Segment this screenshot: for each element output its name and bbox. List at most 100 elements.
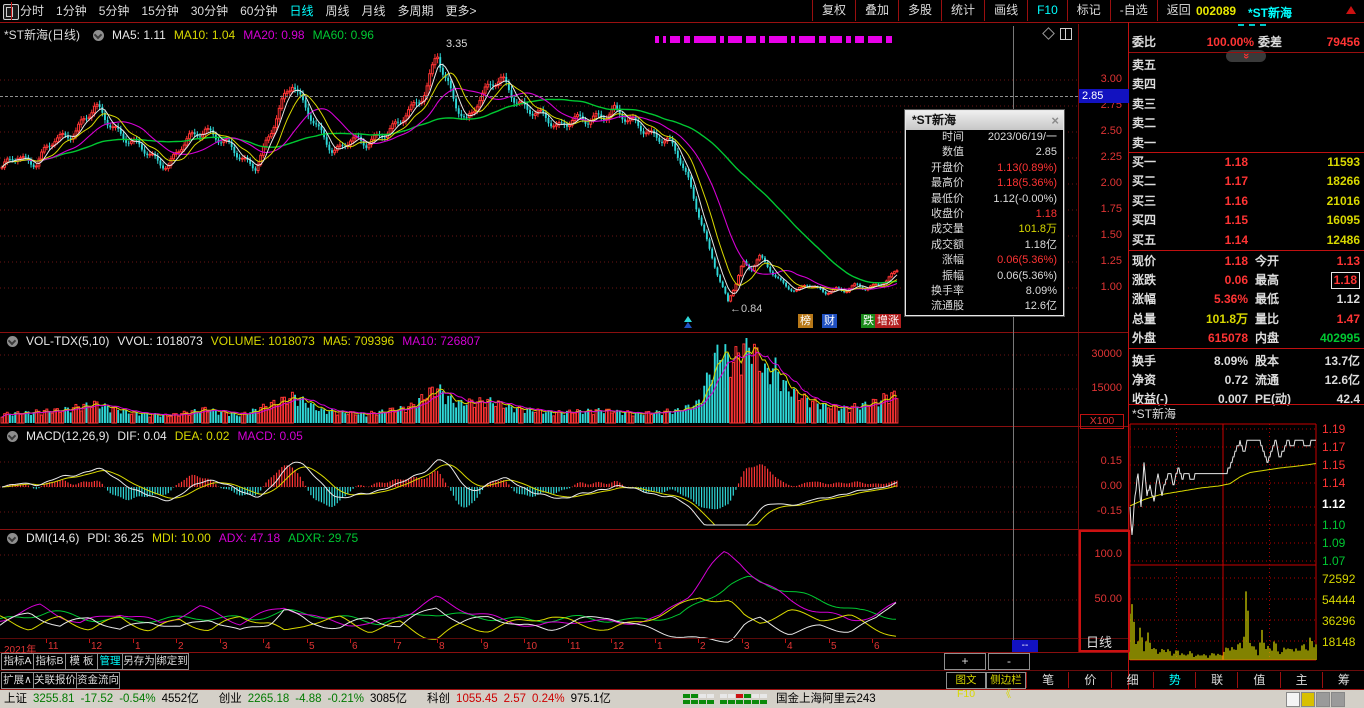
menu-item-60分钟[interactable]: 60分钟 xyxy=(240,0,277,22)
bid-row-买五[interactable]: 买五1.1412486 xyxy=(1128,231,1364,250)
intraday-mini-chart[interactable] xyxy=(1128,420,1318,662)
event-badge-财[interactable]: 财 xyxy=(822,314,837,328)
chevron-down-icon[interactable] xyxy=(7,336,18,347)
index-quote-创业[interactable]: 创业2265.18-4.88-0.21%3085亿 xyxy=(219,693,413,705)
menu-item-日线[interactable]: 日线 xyxy=(289,0,313,22)
bid-row-买三[interactable]: 买三1.1621016 xyxy=(1128,192,1364,211)
sidebar-tab-主[interactable]: 主 xyxy=(1280,672,1323,688)
menu-item-月线[interactable]: 月线 xyxy=(362,0,386,22)
ma-value: MA20: 0.98 xyxy=(243,28,304,42)
footer-button-图文F10[interactable]: 图文F10 xyxy=(946,672,986,689)
bid-row-买一[interactable]: 买一1.1811593 xyxy=(1128,153,1364,172)
server-name[interactable]: 国金上海阿里云243 xyxy=(776,690,876,708)
tab-指标A[interactable]: 指标A xyxy=(1,653,34,670)
scroll-up-icon[interactable] xyxy=(1346,6,1356,14)
menu-item-分时[interactable]: 分时 xyxy=(20,0,44,22)
index-quote-上证[interactable]: 上证3255.81-17.52-0.54%4552亿 xyxy=(4,693,205,705)
tool-button-叠加[interactable]: 叠加 xyxy=(855,0,898,21)
tool-button-统计[interactable]: 统计 xyxy=(941,0,984,21)
menu-item-30分钟[interactable]: 30分钟 xyxy=(191,0,228,22)
sidebar-tab-筹[interactable]: 筹 xyxy=(1322,672,1364,688)
menu-item-15分钟[interactable]: 15分钟 xyxy=(141,0,178,22)
timeline-label: 10 xyxy=(526,641,537,652)
menu-item-多周期[interactable]: 多周期 xyxy=(398,0,434,22)
ask-row-卖三[interactable]: 卖三 xyxy=(1128,95,1364,114)
axis-label: 3.00 xyxy=(1078,73,1122,85)
mini-axis-label: 36296 xyxy=(1322,614,1355,628)
sidebar-tab-联[interactable]: 联 xyxy=(1195,672,1238,688)
x100-unit-label: X100 xyxy=(1080,414,1124,429)
tab-绑定到[interactable]: 绑定到 xyxy=(155,653,189,670)
timeline-tick xyxy=(524,639,525,643)
index-quote-科创[interactable]: 科创1055.452.570.24%975.1亿 xyxy=(427,693,617,705)
bid-row-买二[interactable]: 买二1.1718266 xyxy=(1128,172,1364,191)
event-badge-增涨[interactable]: 增涨 xyxy=(875,314,901,328)
footer-button-资金流向[interactable]: 资金流向 xyxy=(76,672,120,689)
tab-管理[interactable]: 管理 xyxy=(97,653,123,670)
dmi-chart[interactable] xyxy=(0,544,1078,648)
footer-button-扩展∧[interactable]: 扩展∧ xyxy=(1,672,34,689)
timeline-label: 3 xyxy=(744,641,750,652)
redacted-block xyxy=(886,36,892,43)
chevron-down-icon[interactable] xyxy=(7,431,18,442)
timeline-label: 7 xyxy=(396,641,402,652)
sidebar-tab-势[interactable]: 势 xyxy=(1153,672,1196,688)
menu-item-周线[interactable]: 周线 xyxy=(325,0,349,22)
timeline-label: 2 xyxy=(700,641,706,652)
dmi-header: DMI(14,6)PDI: 36.25MDI: 10.00ADX: 47.18A… xyxy=(2,531,374,545)
tool-button-多股[interactable]: 多股 xyxy=(898,0,941,21)
panel-collapse-handle[interactable] xyxy=(1238,24,1266,26)
timeline-label: 11 xyxy=(48,641,58,652)
ask-row-卖一[interactable]: 卖一 xyxy=(1128,134,1364,153)
doc-icon[interactable] xyxy=(1286,692,1300,707)
bid-row-买四[interactable]: 买四1.1516095 xyxy=(1128,211,1364,230)
detail-row: 现价1.18今开1.13 xyxy=(1128,252,1364,271)
chevron-down-icon[interactable] xyxy=(7,533,18,544)
timeline-tick xyxy=(307,639,308,643)
menu-item-1分钟[interactable]: 1分钟 xyxy=(56,0,87,22)
close-icon[interactable]: × xyxy=(1051,111,1059,130)
tool-button-F10[interactable]: F10 xyxy=(1027,0,1067,21)
status-bar: 上证3255.81-17.52-0.54%4552亿 创业2265.18-4.88… xyxy=(0,690,1364,708)
ask-row-卖五[interactable]: 卖五 xyxy=(1128,56,1364,75)
timeline-label: 5 xyxy=(309,641,315,652)
ask-row-卖四[interactable]: 卖四 xyxy=(1128,75,1364,94)
indicator-value: ADXR: 29.75 xyxy=(288,531,358,545)
detail-row: 外盘615078内盘402995 xyxy=(1128,329,1364,348)
macd-chart[interactable] xyxy=(0,440,1078,528)
tab-模 板[interactable]: 模 板 xyxy=(65,653,98,670)
footer-button-关联报价[interactable]: 关联报价 xyxy=(33,672,77,689)
detail-row: 净资0.72流通12.6亿 xyxy=(1128,371,1364,390)
coin-icon[interactable] xyxy=(1301,692,1315,707)
chevron-down-icon[interactable] xyxy=(93,30,104,41)
divider xyxy=(1129,348,1364,349)
tool-button-返回[interactable]: 返回 xyxy=(1157,0,1200,21)
event-badge-榜[interactable]: 榜 xyxy=(798,314,813,328)
tab-另存为[interactable]: 另存为 xyxy=(122,653,156,670)
mini-axis-label: 1.07 xyxy=(1322,554,1345,568)
sidebar-tab-细[interactable]: 细 xyxy=(1111,672,1154,688)
rank-icon[interactable] xyxy=(1331,692,1345,707)
redacted-block xyxy=(694,36,716,43)
indicator-value: ADX: 47.18 xyxy=(219,531,280,545)
seal-icon[interactable] xyxy=(1316,692,1330,707)
indicator-value: MA5: 709396 xyxy=(323,334,394,348)
menu-item-5分钟[interactable]: 5分钟 xyxy=(99,0,130,22)
timeline-label: 6 xyxy=(874,641,880,652)
footer-button-侧边栏《[interactable]: 侧边栏《 xyxy=(986,672,1026,689)
menu-item-更多>[interactable]: 更多> xyxy=(446,0,477,22)
zoom-out-button[interactable]: - xyxy=(988,653,1030,670)
tool-button-画线[interactable]: 画线 xyxy=(984,0,1027,21)
zoom-in-button[interactable]: + xyxy=(944,653,986,670)
event-badge-跌[interactable]: 跌 xyxy=(861,314,876,328)
tool-button--自选[interactable]: -自选 xyxy=(1110,0,1157,21)
magenta-annotation xyxy=(655,36,915,50)
sidebar-tab-值[interactable]: 值 xyxy=(1237,672,1280,688)
sidebar-tab-笔[interactable]: 笔 xyxy=(1026,672,1069,688)
redacted-block xyxy=(855,36,864,43)
ask-row-卖二[interactable]: 卖二 xyxy=(1128,114,1364,133)
tab-指标B[interactable]: 指标B xyxy=(33,653,66,670)
sidebar-tab-价[interactable]: 价 xyxy=(1068,672,1111,688)
tool-button-复权[interactable]: 复权 xyxy=(812,0,855,21)
tool-button-标记[interactable]: 标记 xyxy=(1067,0,1110,21)
